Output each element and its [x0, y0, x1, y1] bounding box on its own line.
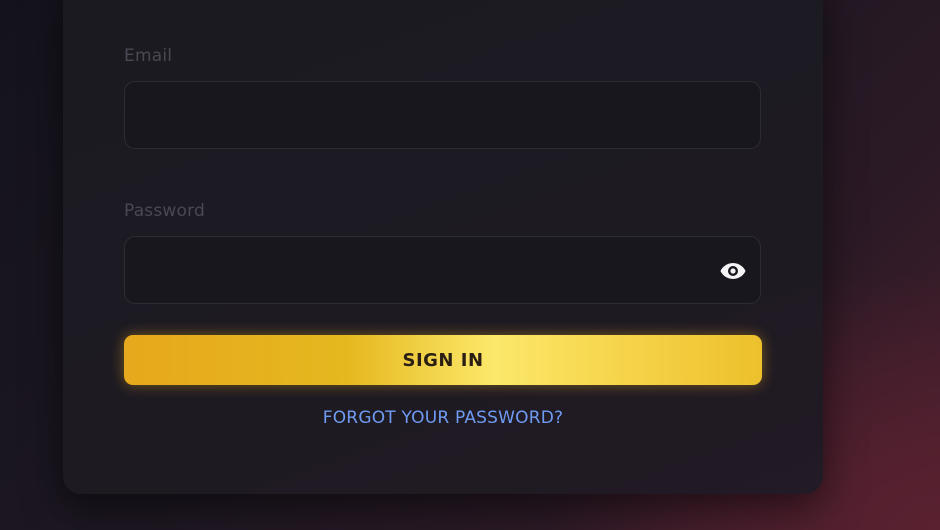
email-field-container — [124, 81, 761, 149]
password-label: Password — [124, 201, 206, 221]
eye-icon — [720, 263, 746, 279]
email-field[interactable] — [125, 82, 760, 148]
email-label: Email — [124, 46, 173, 66]
sign-in-button[interactable]: SIGN IN — [124, 335, 762, 385]
password-field-container — [124, 236, 761, 304]
show-password-toggle[interactable] — [718, 257, 748, 285]
password-field[interactable] — [125, 237, 760, 303]
forgot-password-link[interactable]: FORGOT YOUR PASSWORD? — [124, 408, 762, 428]
